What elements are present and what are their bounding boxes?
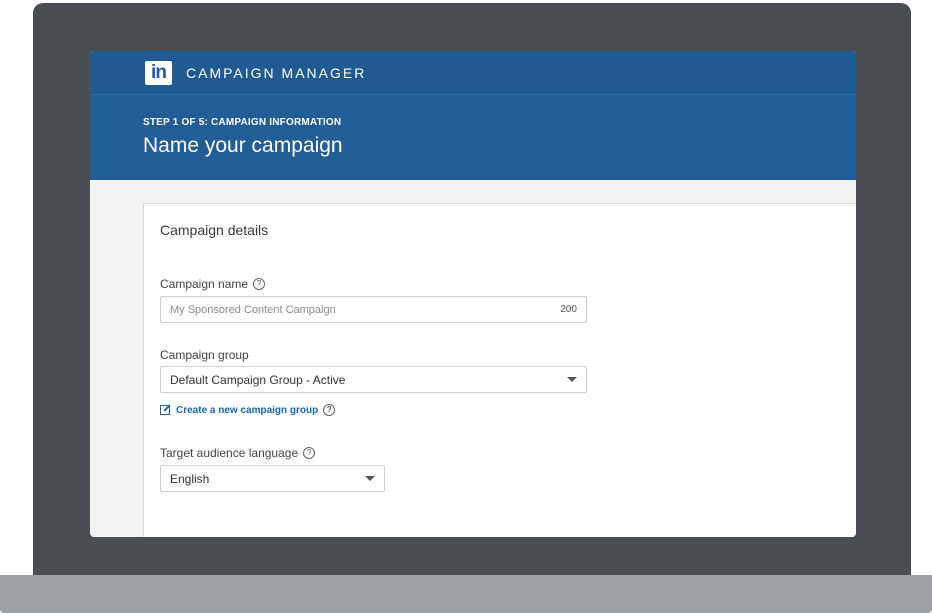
stage: in CAMPAIGN MANAGER STEP 1 OF 5: CAMPAIG… [0, 0, 932, 613]
app-title: CAMPAIGN MANAGER [186, 64, 367, 81]
audience-language-select[interactable]: English [160, 465, 385, 492]
campaign-group-label: Campaign group [160, 348, 249, 362]
chevron-down-icon [567, 377, 577, 382]
linkedin-logo-icon[interactable]: in [145, 60, 172, 85]
help-icon[interactable]: ? [323, 404, 336, 416]
chevron-down-icon [365, 476, 375, 481]
content-area: Campaign details Campaign name ? My Spon… [90, 180, 856, 537]
step-label: STEP 1 OF 5: CAMPAIGN INFORMATION [143, 117, 342, 128]
audience-language-label-text: Target audience language [160, 446, 299, 460]
create-campaign-group-link[interactable]: Create a new campaign group ? [160, 404, 336, 416]
top-navigation-bar: in CAMPAIGN MANAGER [90, 51, 856, 95]
audience-language-selected-value: English [170, 471, 210, 486]
edit-icon [160, 405, 170, 415]
laptop-base [0, 575, 932, 613]
campaign-group-selected-value: Default Campaign Group - Active [170, 372, 346, 387]
help-icon[interactable]: ? [253, 278, 266, 290]
page-title: Name your campaign [143, 134, 343, 157]
help-icon[interactable]: ? [303, 447, 316, 459]
step-header: STEP 1 OF 5: CAMPAIGN INFORMATION Name y… [90, 95, 856, 180]
campaign-name-label-text: Campaign name [160, 277, 249, 291]
char-count: 200 [560, 304, 577, 315]
create-campaign-group-text: Create a new campaign group [176, 404, 319, 416]
campaign-name-placeholder: My Sponsored Content Campaign [170, 303, 336, 316]
campaign-name-label: Campaign name ? [160, 277, 266, 291]
campaign-details-card: Campaign details Campaign name ? My Spon… [143, 203, 856, 537]
audience-language-label: Target audience language ? [160, 446, 316, 460]
campaign-name-input[interactable]: My Sponsored Content Campaign 200 [160, 296, 587, 323]
campaign-group-select[interactable]: Default Campaign Group - Active [160, 366, 587, 393]
card-title: Campaign details [160, 222, 269, 238]
campaign-manager-app: in CAMPAIGN MANAGER STEP 1 OF 5: CAMPAIG… [90, 51, 856, 537]
campaign-group-label-text: Campaign group [160, 348, 249, 362]
